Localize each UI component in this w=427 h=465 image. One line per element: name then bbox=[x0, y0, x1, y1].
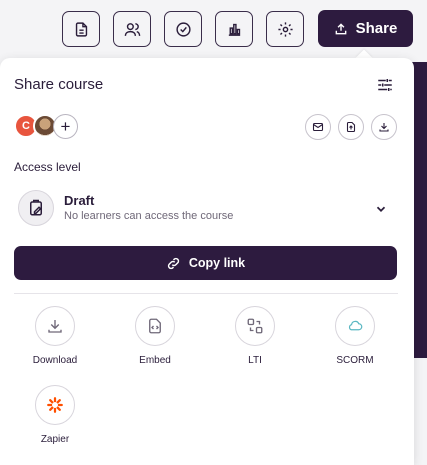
lti-option-circle bbox=[235, 306, 275, 346]
embed-icon bbox=[149, 318, 161, 334]
scorm-option-circle bbox=[335, 306, 375, 346]
users-icon bbox=[124, 22, 140, 36]
option-scorm[interactable]: SCORM bbox=[315, 306, 395, 366]
share-button[interactable]: Share bbox=[318, 10, 413, 47]
review-button[interactable] bbox=[164, 11, 202, 47]
option-label: Embed bbox=[139, 355, 171, 366]
check-circle-icon bbox=[175, 21, 191, 37]
chevron-down-icon bbox=[376, 206, 386, 212]
draft-status-icon bbox=[18, 190, 54, 226]
download-icon bbox=[48, 320, 62, 333]
background-panel-edge bbox=[412, 62, 427, 358]
add-collaborator-button[interactable]: + bbox=[53, 114, 78, 139]
document-icon bbox=[75, 21, 87, 37]
sliders-icon[interactable] bbox=[376, 76, 394, 94]
option-label: LTI bbox=[248, 355, 262, 366]
zapier-icon bbox=[47, 397, 63, 413]
access-level-label: Access level bbox=[14, 160, 81, 174]
analytics-button[interactable] bbox=[215, 11, 253, 47]
share-label: Share bbox=[355, 20, 398, 37]
access-subtitle: No learners can access the course bbox=[64, 210, 234, 222]
file-upload-icon bbox=[346, 121, 356, 133]
download-icon bbox=[379, 123, 389, 132]
bar-chart-icon bbox=[228, 23, 240, 36]
mail-icon bbox=[312, 122, 324, 132]
option-lti[interactable]: LTI bbox=[215, 306, 295, 366]
upload-icon bbox=[335, 22, 347, 34]
email-button[interactable] bbox=[305, 114, 331, 140]
gear-icon bbox=[277, 21, 293, 37]
learners-button[interactable] bbox=[113, 11, 151, 47]
scorm-cloud-icon bbox=[348, 320, 363, 331]
settings-button[interactable] bbox=[266, 11, 304, 47]
option-label: SCORM bbox=[336, 355, 374, 366]
download-option-circle bbox=[35, 306, 75, 346]
divider bbox=[14, 293, 398, 294]
zapier-option-circle bbox=[35, 385, 75, 425]
option-label: Zapier bbox=[40, 434, 70, 445]
lti-icon bbox=[247, 318, 263, 334]
option-zapier[interactable]: Zapier bbox=[15, 385, 95, 445]
copy-link-button[interactable]: Copy link bbox=[14, 246, 397, 280]
download-button[interactable] bbox=[371, 114, 397, 140]
embed-option-circle bbox=[135, 306, 175, 346]
access-title: Draft bbox=[64, 193, 95, 208]
link-icon bbox=[167, 257, 179, 269]
access-level-select[interactable]: Draft No learners can access the course bbox=[14, 188, 398, 230]
export-file-button[interactable] bbox=[338, 114, 364, 140]
document-button[interactable] bbox=[62, 11, 100, 47]
panel-title: Share course bbox=[14, 76, 104, 93]
option-label: Download bbox=[32, 355, 78, 366]
option-embed[interactable]: Embed bbox=[115, 306, 195, 366]
copy-link-label: Copy link bbox=[188, 256, 246, 270]
clipboard-pen-icon bbox=[30, 199, 42, 216]
option-download[interactable]: Download bbox=[15, 306, 95, 366]
